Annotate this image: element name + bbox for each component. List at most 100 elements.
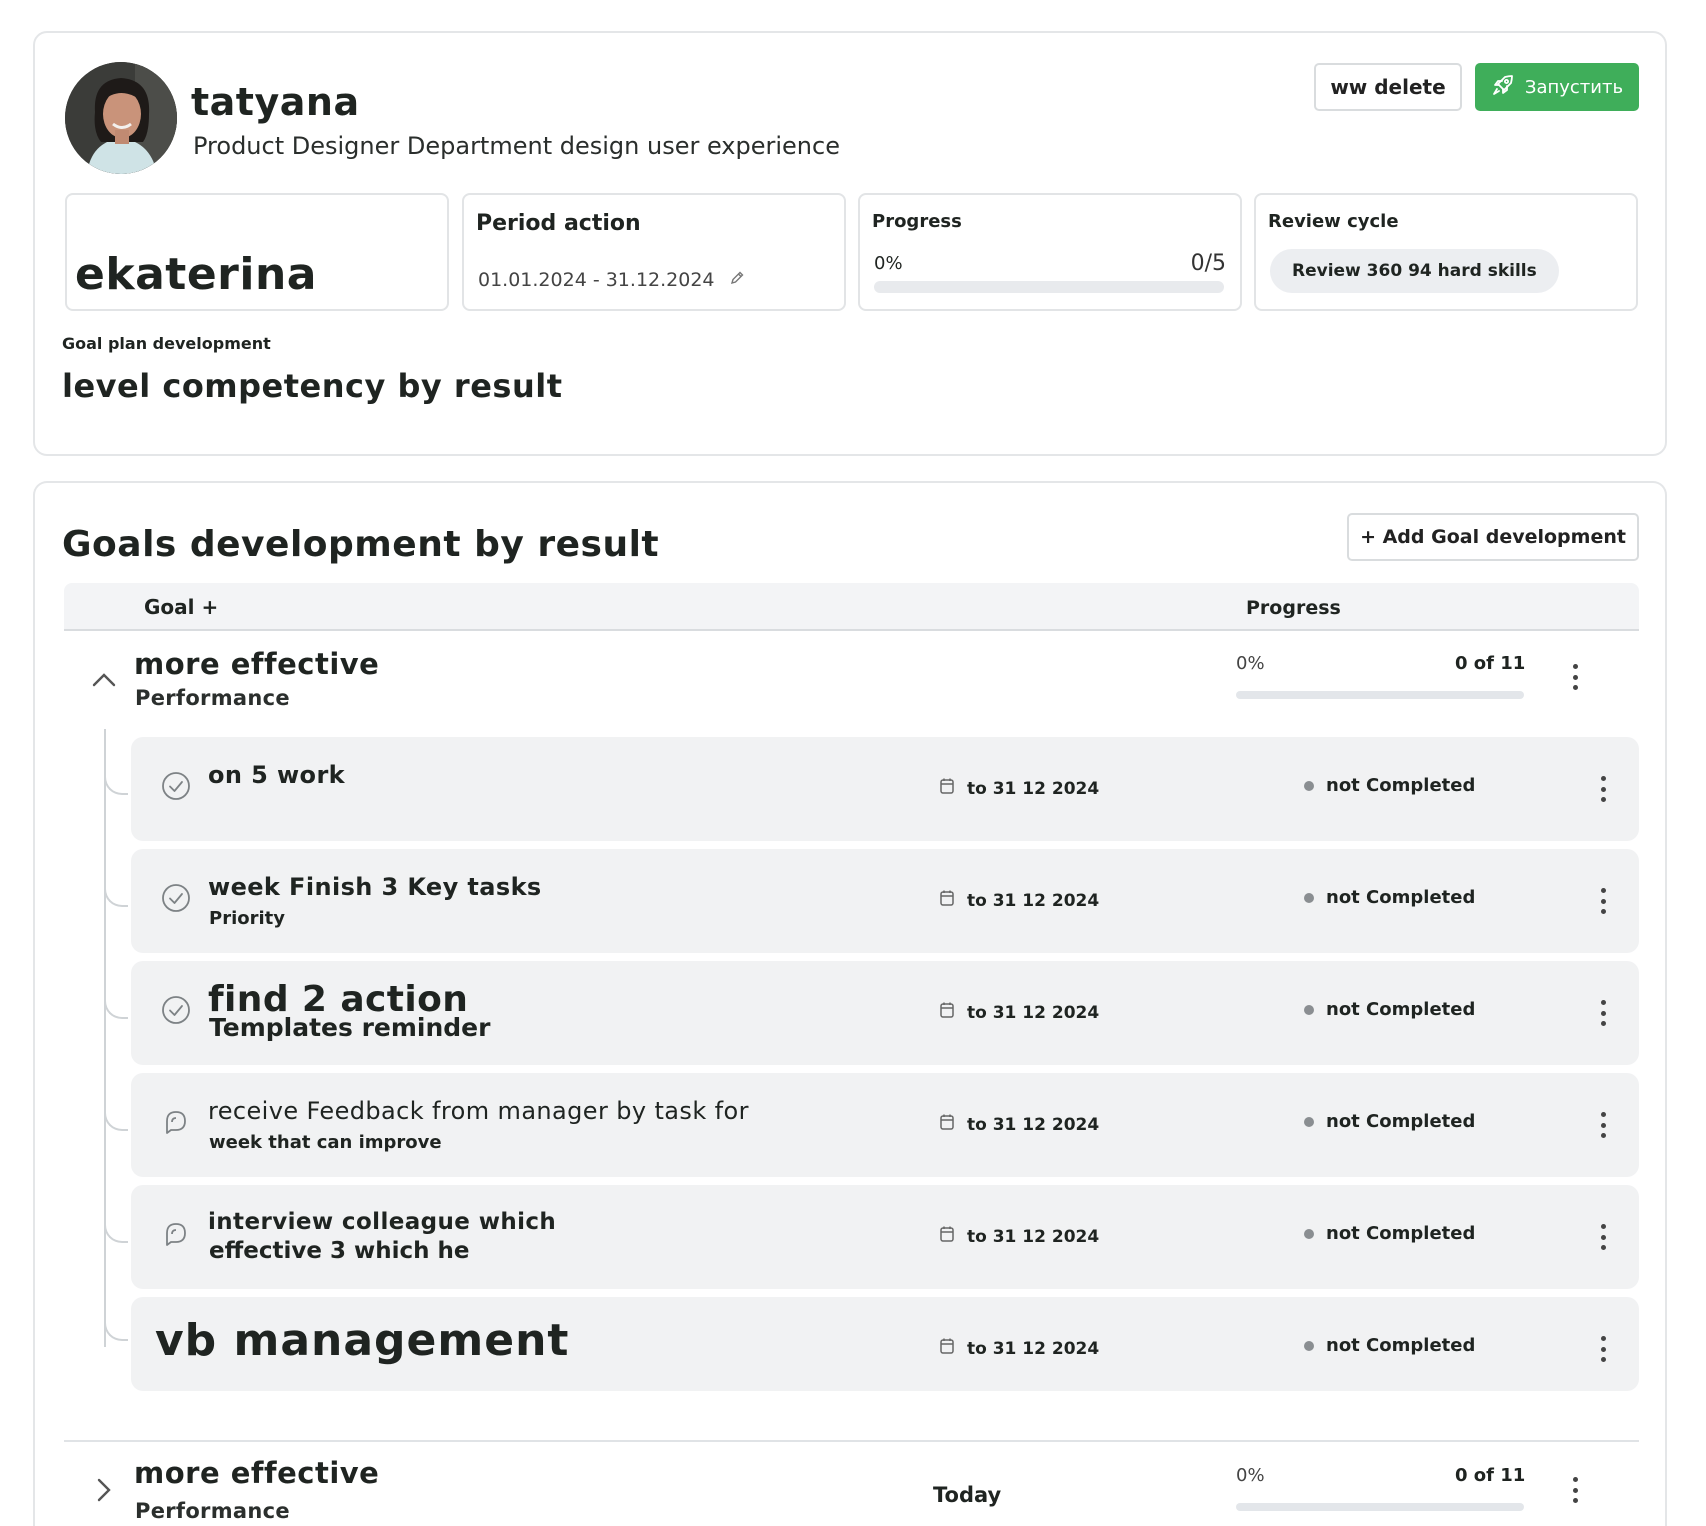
calendar-icon <box>939 889 955 912</box>
task-row[interactable]: receive Feedback from manager by task fo… <box>104 1073 1639 1177</box>
calendar-icon <box>939 1225 955 1248</box>
review-chip[interactable]: Review 360 94 hard skills <box>1270 249 1559 293</box>
pencil-icon[interactable] <box>729 269 745 291</box>
chat-bubble-icon[interactable] <box>161 1107 191 1137</box>
goals-table-header: Goal + Progress <box>64 583 1639 631</box>
group-progress-bar <box>1236 691 1524 699</box>
task-status: not Completed <box>1304 775 1475 796</box>
owner-stat: ekaterina <box>65 193 449 311</box>
task-due: to 31 12 2024 <box>939 777 1099 800</box>
group-progress-count: 0 of 11 <box>1455 1465 1526 1486</box>
task-due-text: to 31 12 2024 <box>967 1114 1100 1135</box>
task-status: not Completed <box>1304 1223 1475 1244</box>
task-due-text: to 31 12 2024 <box>967 1002 1100 1023</box>
task-row[interactable]: on 5 work to 31 12 2024 not Completed <box>104 737 1639 841</box>
calendar-icon <box>939 777 955 800</box>
task-row[interactable]: interview colleague which effective 3 wh… <box>104 1185 1639 1289</box>
group-title[interactable]: more effective <box>134 1456 379 1490</box>
check-circle-icon[interactable] <box>161 771 191 801</box>
add-goal-button[interactable]: + Add Goal development <box>1347 513 1639 561</box>
task-title: receive Feedback from manager by task fo… <box>208 1097 749 1125</box>
group-progress-percent: 0% <box>1236 653 1265 674</box>
task-status-text: not Completed <box>1326 1335 1476 1356</box>
avatar <box>65 62 177 174</box>
group-progress-percent: 0% <box>1236 1465 1265 1486</box>
task-subtitle: week that can improve <box>209 1132 442 1153</box>
task-status: not Completed <box>1304 999 1475 1020</box>
task-due-text: to 31 12 2024 <box>967 1226 1100 1247</box>
task-due: to 31 12 2024 <box>939 1113 1099 1136</box>
task-subtitle: Priority <box>209 908 285 929</box>
task-due: to 31 12 2024 <box>939 1001 1099 1024</box>
column-goal[interactable]: Goal + <box>144 595 218 619</box>
progress-stat: Progress 0% 0/5 <box>858 193 1242 311</box>
owner-name: ekaterina <box>75 249 317 300</box>
task-row[interactable]: week Finish 3 Key tasks Priority to 31 1… <box>104 849 1639 953</box>
task-status-text: not Completed <box>1326 1111 1476 1132</box>
chevron-right-icon[interactable] <box>91 1477 117 1503</box>
task-menu-icon[interactable] <box>1593 774 1613 804</box>
task-due: to 31 12 2024 <box>939 889 1099 912</box>
group-menu-icon[interactable] <box>1565 1475 1585 1505</box>
group-progress-bar <box>1236 1503 1524 1511</box>
profile-card: tatyana Product Designer Department desi… <box>33 31 1667 456</box>
group-progress-count: 0 of 11 <box>1455 653 1526 674</box>
delete-button[interactable]: ww delete <box>1314 63 1462 111</box>
plan-title: level competency by result <box>62 367 563 405</box>
task-status: not Completed <box>1304 887 1475 908</box>
period-stat: Period action 01.01.2024 - 31.12.2024 <box>462 193 846 311</box>
period-row: 01.01.2024 - 31.12.2024 <box>478 269 745 291</box>
task-row[interactable]: find 2 action Templates reminder to 31 1… <box>104 961 1639 1065</box>
launch-label: Запустить <box>1524 76 1624 98</box>
task-menu-icon[interactable] <box>1593 1110 1613 1140</box>
plan-label: Goal plan development <box>62 334 271 353</box>
task-subtitle: Templates reminder <box>209 1013 491 1042</box>
task-due-text: to 31 12 2024 <box>967 1338 1100 1359</box>
check-circle-icon[interactable] <box>161 995 191 1025</box>
task-menu-icon[interactable] <box>1593 886 1613 916</box>
task-title: vb management <box>155 1315 570 1366</box>
task-menu-icon[interactable] <box>1593 998 1613 1028</box>
period-value: 01.01.2024 - 31.12.2024 <box>478 269 715 291</box>
calendar-icon <box>939 1337 955 1360</box>
task-status-text: not Completed <box>1326 1223 1476 1244</box>
progress-percent: 0% <box>874 253 903 274</box>
goals-title: Goals development by result <box>62 524 660 565</box>
calendar-icon <box>939 1001 955 1024</box>
task-menu-icon[interactable] <box>1593 1334 1613 1364</box>
task-status-text: not Completed <box>1326 999 1476 1020</box>
task-status-text: not Completed <box>1326 775 1476 796</box>
progress-bar <box>874 281 1224 293</box>
task-status: not Completed <box>1304 1111 1475 1132</box>
rocket-icon <box>1491 73 1515 102</box>
group-subtitle: Performance <box>135 1499 290 1523</box>
task-menu-icon[interactable] <box>1593 1222 1613 1252</box>
launch-button[interactable]: Запустить <box>1475 63 1639 111</box>
task-title: on 5 work <box>208 761 346 789</box>
review-title: Review cycle <box>1268 211 1399 232</box>
chevron-up-icon[interactable] <box>91 667 117 693</box>
chat-bubble-icon[interactable] <box>161 1219 191 1249</box>
task-title: week Finish 3 Key tasks <box>208 873 542 901</box>
user-role: Product Designer Department design user … <box>193 132 840 160</box>
task-row[interactable]: vb management to 31 12 2024 not Complete… <box>104 1297 1639 1391</box>
task-due-text: to 31 12 2024 <box>967 778 1100 799</box>
check-circle-icon[interactable] <box>161 883 191 913</box>
group-subtitle: Performance <box>135 686 290 710</box>
group-date-label: Today <box>933 1483 1002 1507</box>
tree-connector <box>104 729 106 1347</box>
group-menu-icon[interactable] <box>1565 662 1585 692</box>
period-title: Period action <box>476 211 641 236</box>
goals-card: Goals development by result + Add Goal d… <box>33 481 1667 1526</box>
progress-count: 0/5 <box>1190 251 1226 276</box>
user-name: tatyana <box>191 80 360 124</box>
column-progress: Progress <box>1246 597 1341 619</box>
progress-title: Progress <box>872 211 962 232</box>
review-stat: Review cycle Review 360 94 hard skills <box>1254 193 1638 311</box>
task-subtitle: effective 3 which he <box>209 1238 470 1264</box>
task-due: to 31 12 2024 <box>939 1337 1099 1360</box>
task-due: to 31 12 2024 <box>939 1225 1099 1248</box>
task-status: not Completed <box>1304 1335 1475 1356</box>
calendar-icon <box>939 1113 955 1136</box>
group-title[interactable]: more effective <box>134 647 379 681</box>
